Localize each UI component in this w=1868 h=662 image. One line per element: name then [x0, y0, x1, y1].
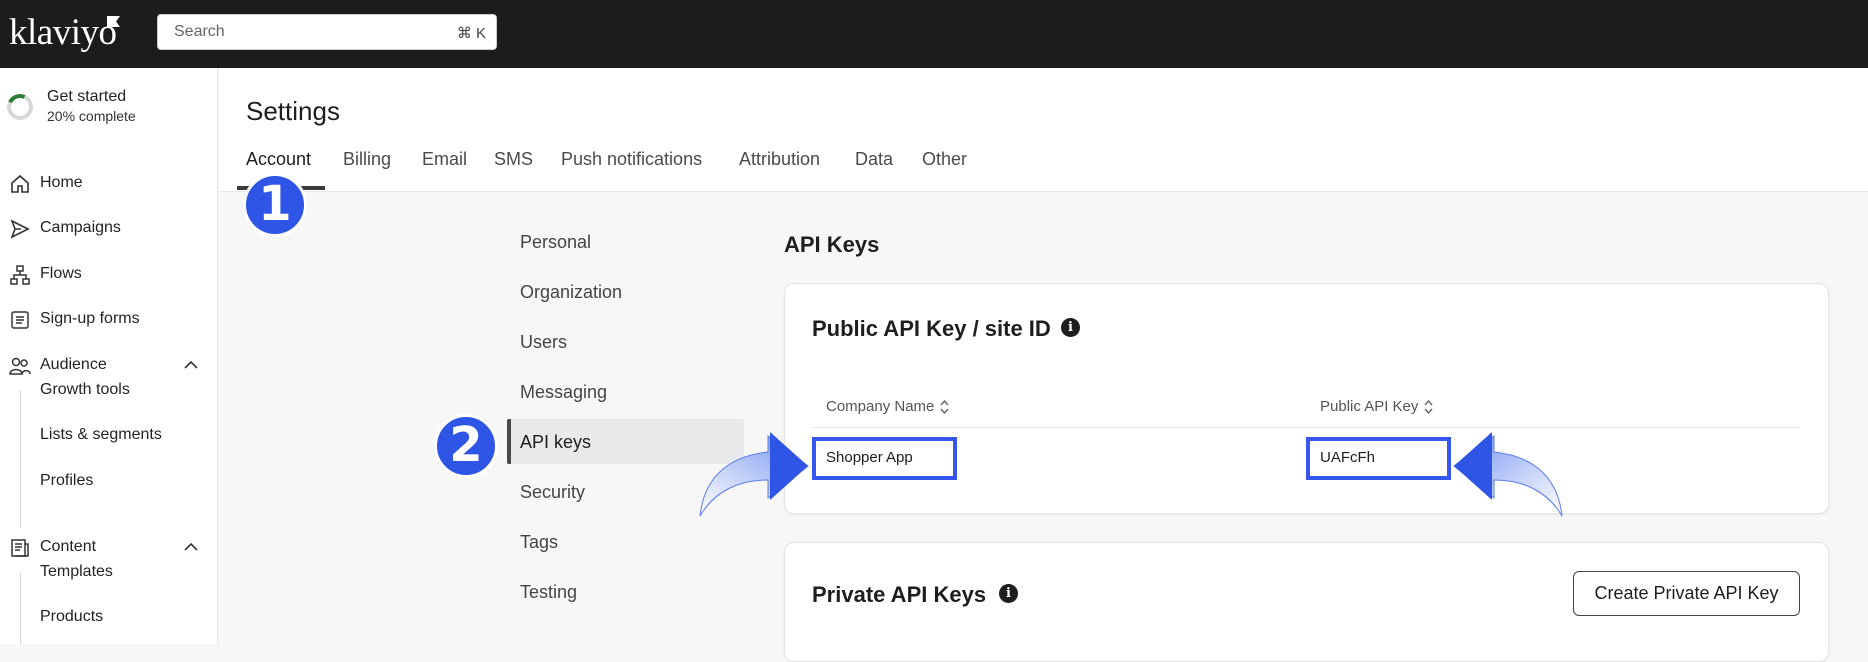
subnav-api-keys[interactable]: API keys: [520, 432, 591, 453]
info-icon[interactable]: i: [999, 584, 1018, 603]
tab-data[interactable]: Data: [855, 149, 893, 170]
tab-other[interactable]: Other: [922, 149, 967, 170]
search-input[interactable]: [174, 23, 424, 41]
sidebar-item-signup-forms[interactable]: Sign-up forms: [0, 299, 217, 339]
content-tree-line: [20, 572, 21, 644]
step-badge-2: 2: [434, 414, 498, 478]
tab-push-notifications[interactable]: Push notifications: [561, 149, 702, 170]
logo-flag-icon: [107, 16, 120, 27]
highlight-box-company: [812, 437, 957, 480]
sidebar-item-lists-segments[interactable]: Lists & segments: [40, 426, 162, 444]
section-title: API Keys: [784, 232, 880, 257]
step-badge-1: 1: [243, 173, 307, 237]
sidebar-item-audience[interactable]: Audience: [0, 345, 217, 385]
audience-tree-line: [20, 390, 21, 528]
sidebar: Get started 20% complete Home Campaigns …: [0, 68, 218, 644]
subnav-personal[interactable]: Personal: [520, 232, 591, 253]
sidebar-item-label: Sign-up forms: [40, 310, 140, 327]
content-icon: [11, 539, 29, 557]
get-started-progress: 20% complete: [47, 108, 136, 124]
private-api-keys-title: Private API Keys: [812, 582, 987, 607]
arrow-left-icon: [1453, 432, 1563, 517]
sidebar-item-label: Content: [40, 538, 97, 555]
sort-icon[interactable]: [940, 399, 949, 415]
flows-icon: [10, 265, 30, 285]
sidebar-item-label: Flows: [40, 265, 82, 282]
subnav-tags[interactable]: Tags: [520, 532, 558, 553]
sidebar-item-profiles[interactable]: Profiles: [40, 472, 93, 490]
tab-attribution[interactable]: Attribution: [739, 149, 820, 170]
sidebar-item-products[interactable]: Products: [40, 608, 103, 626]
sidebar-item-home[interactable]: Home: [0, 163, 217, 203]
sidebar-item-label: Audience: [40, 356, 107, 373]
column-header-company[interactable]: Company Name: [826, 398, 949, 415]
arrow-right-icon: [699, 432, 809, 517]
tab-email[interactable]: Email: [422, 149, 467, 170]
sort-icon[interactable]: [1424, 399, 1433, 415]
sidebar-item-templates[interactable]: Templates: [40, 563, 113, 581]
send-icon: [10, 219, 30, 239]
search-shortcut: ⌘ K: [456, 25, 486, 42]
tab-billing[interactable]: Billing: [343, 149, 391, 170]
subnav-messaging[interactable]: Messaging: [520, 382, 607, 403]
column-header-public-key[interactable]: Public API Key: [1320, 398, 1433, 415]
table-divider: [812, 427, 1800, 428]
sidebar-item-campaigns[interactable]: Campaigns: [0, 208, 217, 248]
sidebar-item-growth-tools[interactable]: Growth tools: [40, 381, 130, 399]
subnav-organization[interactable]: Organization: [520, 282, 622, 303]
chevron-up-icon[interactable]: [183, 539, 199, 555]
settings-header: Settings Account Billing Email SMS Push …: [219, 68, 1868, 192]
highlight-box-public-key: [1306, 437, 1451, 480]
public-api-key-title: Public API Key / site ID: [812, 316, 1051, 341]
chevron-up-icon[interactable]: [183, 357, 199, 373]
info-icon[interactable]: i: [1061, 318, 1080, 337]
progress-ring-icon: [3, 90, 37, 124]
create-private-api-key-button[interactable]: Create Private API Key: [1573, 571, 1800, 616]
search-box[interactable]: ⌘ K: [157, 14, 497, 50]
sidebar-item-flows[interactable]: Flows: [0, 254, 217, 294]
page-title: Settings: [246, 96, 340, 126]
subnav-users[interactable]: Users: [520, 332, 567, 353]
form-icon: [11, 311, 29, 329]
top-bar: klaviyo ⌘ K: [0, 0, 1868, 68]
column-header-label: Company Name: [826, 398, 935, 415]
klaviyo-logo[interactable]: klaviyo: [9, 13, 117, 53]
people-icon: [9, 357, 31, 375]
tab-account[interactable]: Account: [246, 149, 311, 170]
sidebar-item-content[interactable]: Content: [0, 527, 217, 567]
get-started-title: Get started: [47, 88, 127, 105]
column-header-label: Public API Key: [1320, 398, 1419, 415]
subnav-security[interactable]: Security: [520, 482, 585, 503]
subnav-testing[interactable]: Testing: [520, 582, 577, 603]
sidebar-item-label: Home: [40, 174, 83, 191]
home-icon: [11, 174, 29, 193]
sidebar-item-label: Campaigns: [40, 219, 121, 236]
tab-sms[interactable]: SMS: [494, 149, 533, 170]
